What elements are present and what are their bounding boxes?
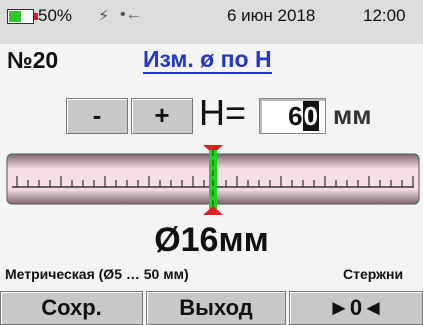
position-indicator (6, 145, 420, 215)
range-text: Метрическая (Ø5 … 50 мм) (5, 266, 189, 282)
record-number: №20 (7, 47, 59, 73)
h-value-input[interactable]: 60 (259, 98, 326, 134)
mode-title[interactable]: Изм. ø по H (143, 46, 272, 74)
lightning-icon: ⚡︎ (98, 8, 110, 25)
date: 6 июн 2018 (227, 6, 316, 25)
h-unit: мм (333, 100, 372, 130)
h-digit-active: 0 (302, 101, 319, 131)
increase-button[interactable]: + (131, 98, 193, 134)
h-label: H= (199, 92, 247, 133)
usb-icon: •← (120, 6, 142, 23)
h-digit: 6 (288, 101, 303, 131)
rebar-type[interactable]: Стержни (343, 266, 403, 282)
decrease-button[interactable]: - (66, 98, 128, 134)
exit-button[interactable]: Выход (146, 291, 286, 325)
time: 12:00 (363, 6, 406, 25)
status-bar: 50% ⚡︎ •← 6 июн 2018 12:00 (0, 0, 423, 44)
battery-percent: 50% (38, 6, 73, 25)
battery-icon (7, 9, 38, 24)
zero-button[interactable]: ►0◄ (289, 291, 423, 325)
diameter-readout: Ø16мм (154, 221, 269, 259)
save-button[interactable]: Сохр. (0, 291, 143, 325)
